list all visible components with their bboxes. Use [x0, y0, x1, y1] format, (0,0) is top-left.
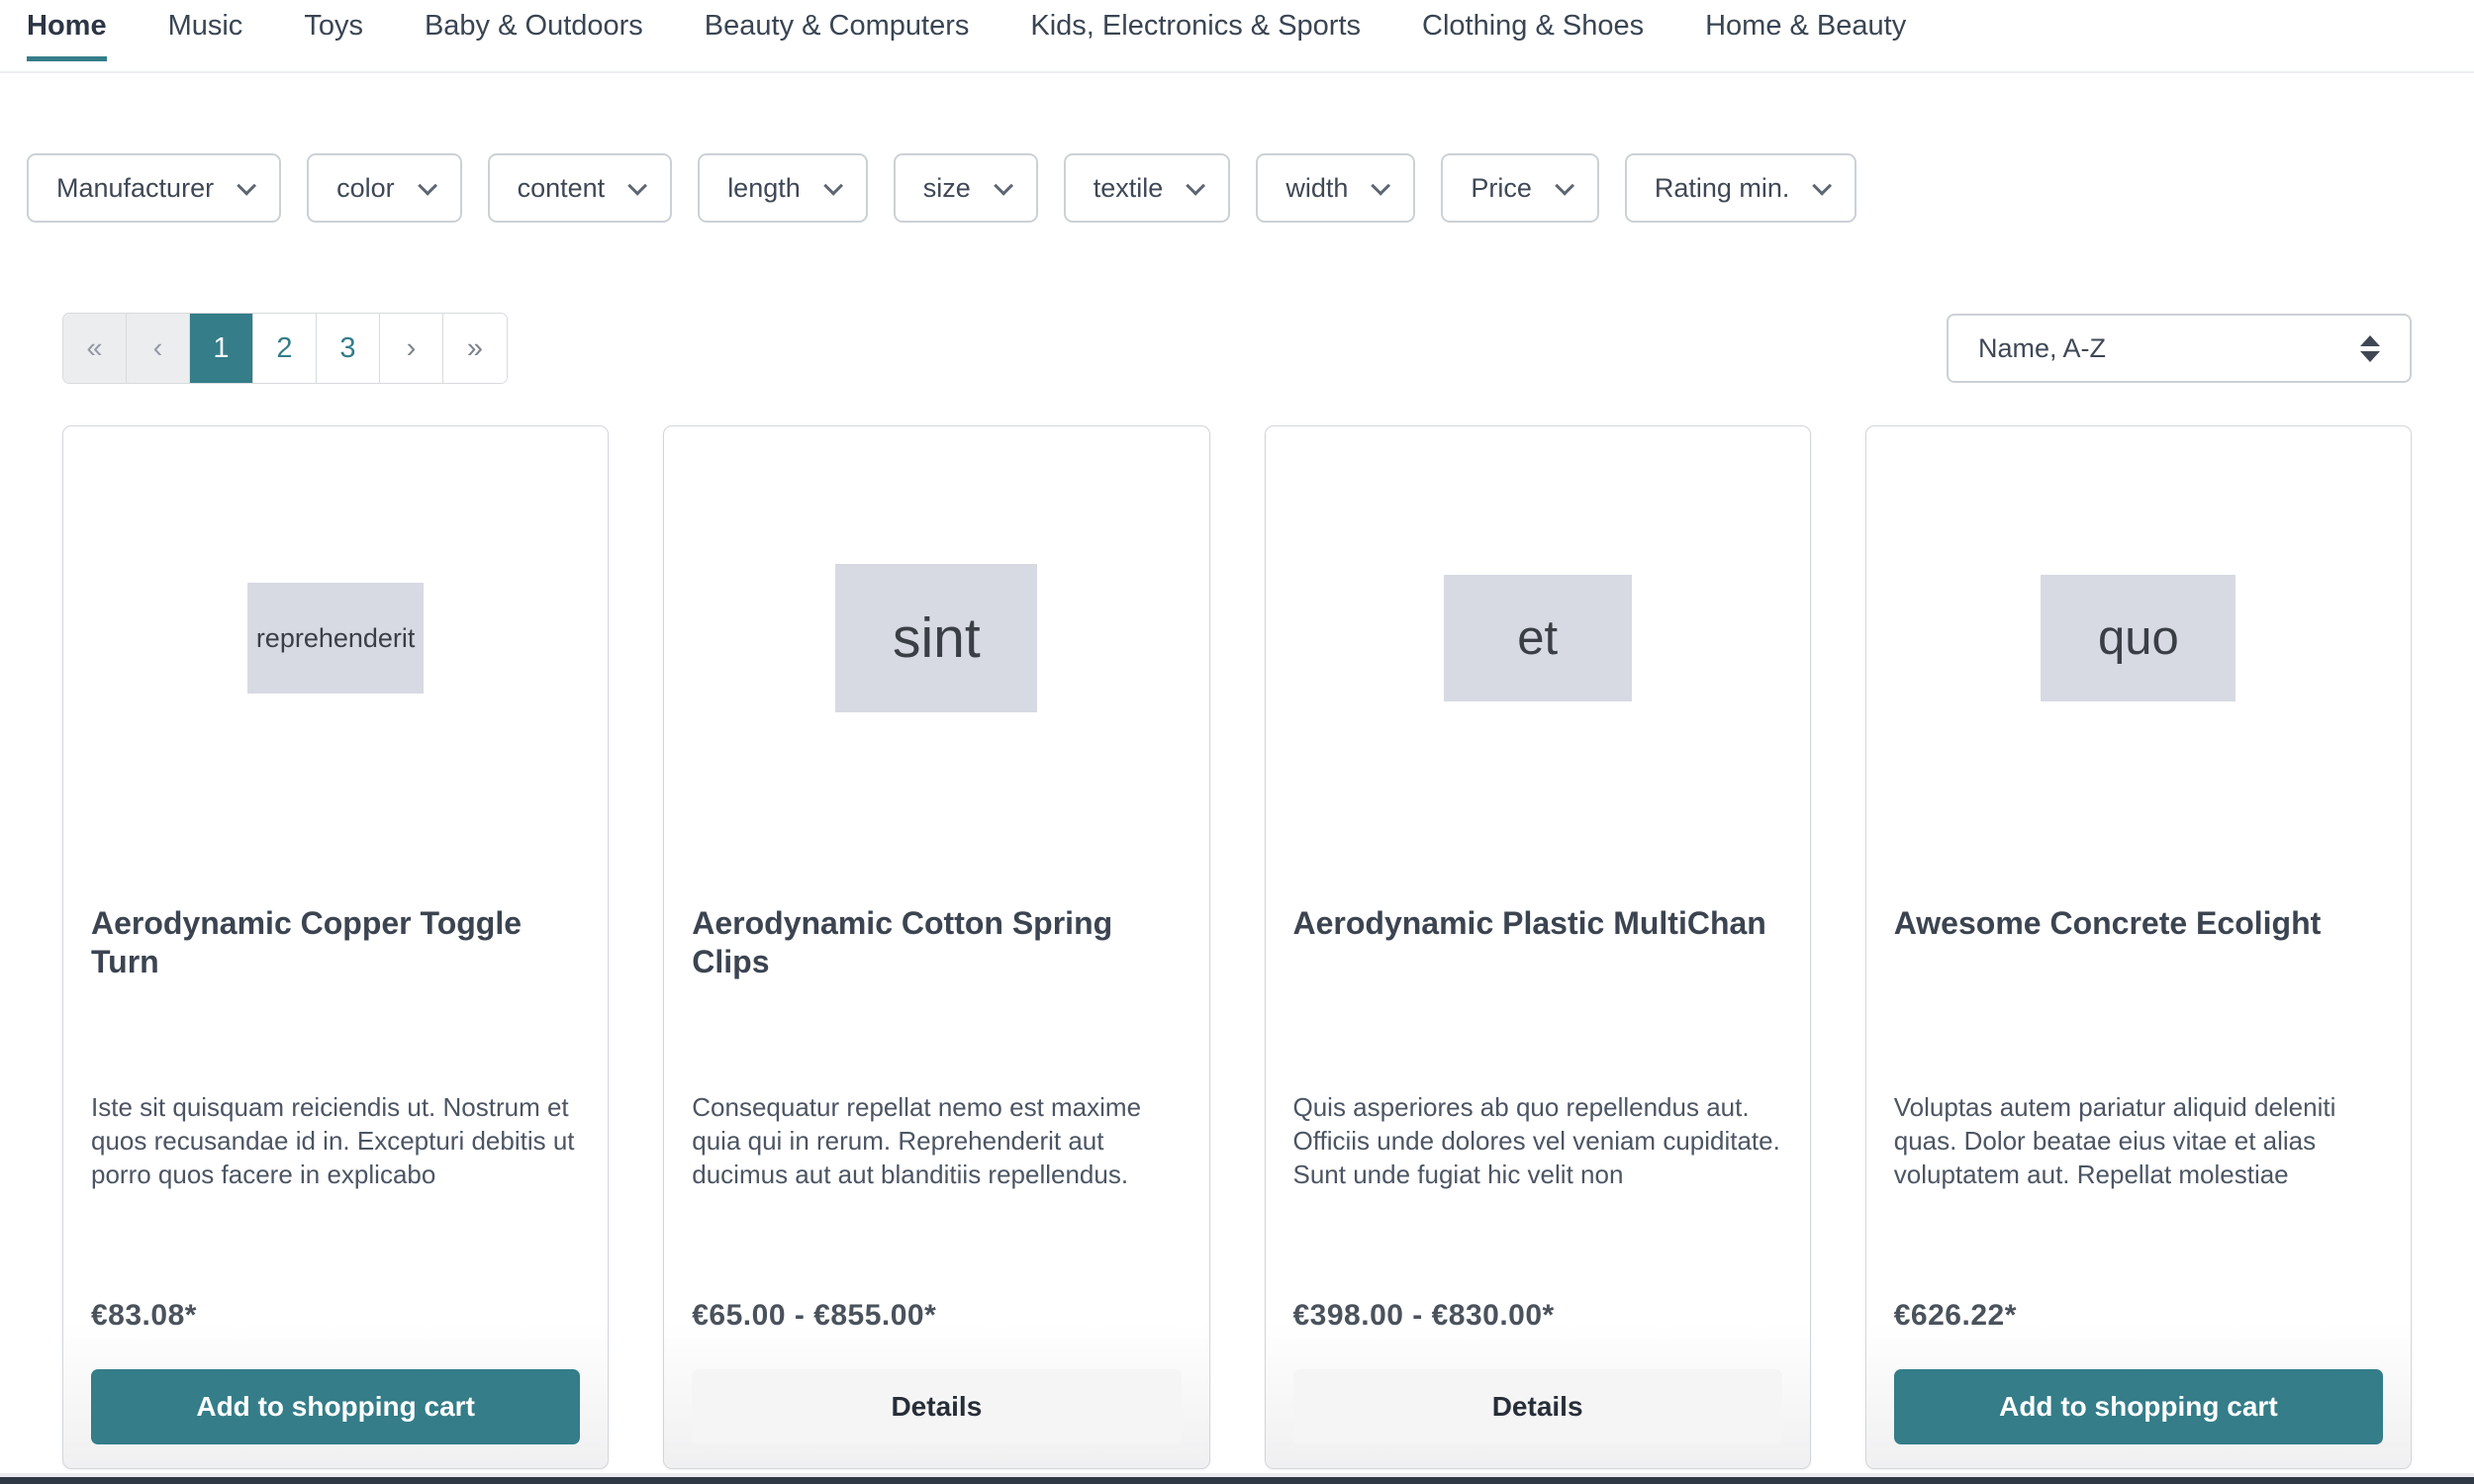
nav-item-music[interactable]: Music	[168, 10, 243, 71]
pagination-last-button[interactable]: »	[443, 314, 507, 383]
chevron-down-icon	[822, 175, 843, 196]
product-image-label: sint	[893, 606, 981, 671]
product-image-link[interactable]: quo	[1894, 426, 2383, 850]
filter-manufacturer-label: Manufacturer	[56, 172, 215, 203]
product-image-label: reprehenderit	[255, 622, 416, 653]
pagination-page-3[interactable]: 3	[317, 314, 380, 383]
sort-select[interactable]: Name, A-Z	[1947, 314, 2412, 383]
product-description: Quis asperiores ab quo repellendus aut. …	[1292, 1092, 1780, 1189]
nav-item-toys[interactable]: Toys	[304, 10, 363, 71]
chevron-down-icon	[417, 175, 437, 196]
filter-rating-min[interactable]: Rating min.	[1624, 153, 1857, 223]
product-price: €83.08*	[91, 1298, 197, 1332]
product-price: €65.00 - €855.00*	[692, 1298, 937, 1332]
sort-arrows-icon	[2360, 334, 2380, 362]
footer-top-bar	[0, 1473, 2474, 1484]
product-description: Consequatur repellat nemo est maxime qui…	[692, 1092, 1142, 1189]
chevron-down-icon	[1555, 175, 1574, 196]
filter-width-label: width	[1285, 172, 1349, 203]
chevron-down-icon	[1371, 175, 1391, 196]
filter-size[interactable]: size	[893, 153, 1038, 223]
filter-rating-min-label: Rating min.	[1654, 172, 1790, 203]
nav-item-beauty-computers[interactable]: Beauty & Computers	[705, 10, 970, 71]
product-price: €626.22*	[1893, 1298, 2017, 1332]
main-navigation: Home Music Toys Baby & Outdoors Beauty &…	[0, 0, 2474, 73]
pagination-prev-button[interactable]: ‹	[127, 314, 190, 383]
product-grid: reprehenderit Aerodynamic Copper Toggle …	[62, 425, 2412, 1469]
product-description: Iste sit quisquam reiciendis ut. Nostrum…	[91, 1092, 575, 1189]
product-image-placeholder: et	[1443, 575, 1632, 702]
filter-price[interactable]: Price	[1441, 153, 1599, 223]
product-title[interactable]: Aerodynamic Plastic MultiChan	[1293, 904, 1782, 1091]
filter-color[interactable]: color	[307, 153, 462, 223]
product-title[interactable]: Awesome Concrete Ecolight	[1894, 904, 2383, 1091]
product-image-placeholder: reprehenderit	[247, 583, 425, 695]
pagination-next-button[interactable]: ›	[380, 314, 443, 383]
product-card: sint Aerodynamic Cotton Spring Clips Con…	[663, 425, 1210, 1469]
filter-size-label: size	[922, 172, 971, 203]
filter-length-label: length	[727, 172, 801, 203]
add-to-cart-button[interactable]: Add to shopping cart	[1893, 1369, 2383, 1444]
product-image-label: et	[1517, 611, 1559, 666]
sort-selected-value: Name, A-Z	[1978, 332, 2107, 363]
product-description: Voluptas autem pariatur aliquid deleniti…	[1893, 1092, 2336, 1189]
filter-textile[interactable]: textile	[1063, 153, 1231, 223]
filter-width[interactable]: width	[1256, 153, 1416, 223]
nav-item-clothing-shoes[interactable]: Clothing & Shoes	[1422, 10, 1644, 71]
filter-color-label: color	[336, 172, 395, 203]
product-title[interactable]: Aerodynamic Copper Toggle Turn	[91, 904, 580, 1091]
details-button[interactable]: Details	[1292, 1369, 1782, 1444]
chevron-down-icon	[1186, 175, 1206, 196]
product-card: reprehenderit Aerodynamic Copper Toggle …	[62, 425, 610, 1469]
product-image-label: quo	[2097, 611, 2179, 666]
listing-toolbar: « ‹ 1 2 3 › » Name, A-Z	[62, 313, 2412, 384]
chevron-down-icon	[1812, 175, 1833, 196]
pagination-first-button[interactable]: «	[63, 314, 127, 383]
product-image-link[interactable]: sint	[692, 426, 1181, 850]
filter-content[interactable]: content	[487, 153, 673, 223]
product-price: €398.00 - €830.00*	[1292, 1298, 1555, 1332]
pagination: « ‹ 1 2 3 › »	[62, 313, 508, 384]
filter-bar: Manufacturer color content length size t…	[27, 153, 2474, 223]
product-card: et Aerodynamic Plastic MultiChan Quis as…	[1264, 425, 1811, 1469]
product-image-placeholder: sint	[835, 564, 1038, 713]
product-image-placeholder: quo	[2041, 575, 2236, 702]
product-title[interactable]: Aerodynamic Cotton Spring Clips	[692, 904, 1181, 1091]
chevron-down-icon	[237, 175, 257, 196]
add-to-cart-button[interactable]: Add to shopping cart	[91, 1369, 581, 1444]
pagination-page-1[interactable]: 1	[190, 314, 253, 383]
filter-content-label: content	[517, 172, 606, 203]
nav-item-baby-outdoors[interactable]: Baby & Outdoors	[425, 10, 643, 71]
nav-item-home-beauty[interactable]: Home & Beauty	[1705, 10, 1906, 71]
product-card: quo Awesome Concrete Ecolight Voluptas a…	[1864, 425, 2412, 1469]
product-image-link[interactable]: reprehenderit	[91, 426, 580, 850]
filter-textile-label: textile	[1093, 172, 1164, 203]
chevron-down-icon	[627, 175, 648, 196]
filter-price-label: Price	[1471, 172, 1532, 203]
nav-item-kids-electronics-sports[interactable]: Kids, Electronics & Sports	[1030, 10, 1361, 71]
details-button[interactable]: Details	[692, 1369, 1182, 1444]
product-image-link[interactable]: et	[1293, 426, 1782, 850]
chevron-down-icon	[994, 175, 1013, 196]
filter-manufacturer[interactable]: Manufacturer	[27, 153, 282, 223]
filter-length[interactable]: length	[698, 153, 868, 223]
pagination-page-2[interactable]: 2	[253, 314, 317, 383]
nav-item-home[interactable]: Home	[27, 10, 107, 71]
